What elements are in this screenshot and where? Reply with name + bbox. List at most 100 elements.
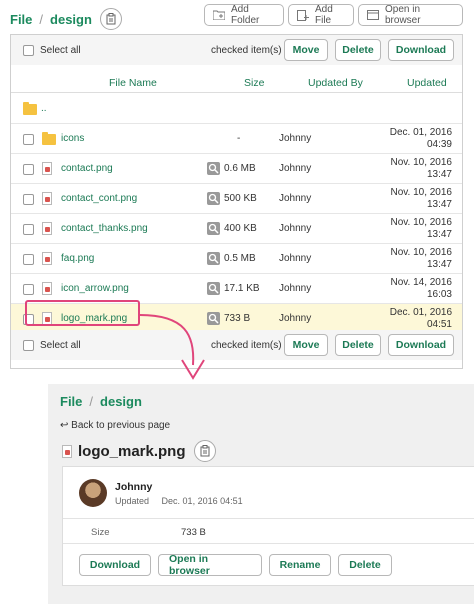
table-row[interactable]: contact_thanks.png 400 KB Johnny Nov. 10, 2… (11, 214, 462, 244)
detail-download-button[interactable]: Download (79, 554, 151, 576)
file-name-link[interactable]: faq.png (61, 253, 94, 264)
download-button[interactable]: Download (388, 334, 454, 356)
zoom-icon[interactable] (207, 252, 220, 265)
back-link[interactable]: ↩ Back to previous page (60, 420, 170, 431)
file-icon (42, 222, 52, 235)
select-all-bottom[interactable]: Select all (23, 340, 81, 351)
open-browser-label: Open in browser (385, 4, 421, 26)
updated-date-time: 13:47 (426, 259, 452, 270)
delete-button[interactable]: Delete (335, 39, 381, 61)
add-folder-button[interactable]: Add Folder (204, 4, 284, 26)
folder-icon (42, 132, 56, 145)
file-icon (42, 192, 52, 205)
file-detail-card: Johnny Updated Dec. 01, 2016 04:51 Size … (62, 466, 474, 586)
add-file-button[interactable]: Add File (288, 4, 354, 26)
updated-date: Nov. 14, 2016 16:03 (382, 277, 452, 301)
parent-folder-link[interactable]: .. (41, 103, 47, 114)
list-controls-top: Select all checked item(s) Move Delete D… (11, 35, 462, 65)
open-in-browser-button[interactable]: Open in browser (358, 4, 463, 26)
header-file-name[interactable]: File Name (109, 77, 157, 89)
updated-by: Johnny (279, 193, 312, 204)
updated-date-time: 16:03 (426, 289, 452, 300)
detail-size-row: Size 733 B (63, 518, 474, 544)
row-checkbox[interactable] (23, 224, 34, 235)
breadcrumb-current[interactable]: design (50, 12, 92, 27)
breadcrumb-separator: / (89, 394, 94, 409)
table-row[interactable]: faq.png 0.5 MB Johnny Nov. 10, 2016 13:47 (11, 244, 462, 274)
parent-folder-row[interactable]: .. (11, 94, 462, 124)
file-icon (42, 252, 52, 265)
updated-date-day: Dec. 01, 2016 (389, 127, 452, 138)
file-name-link[interactable]: contact_thanks.png (61, 223, 148, 234)
row-checkbox[interactable] (23, 164, 34, 175)
breadcrumb: File / design (10, 8, 122, 30)
checked-items-label: checked item(s) (211, 45, 282, 56)
move-button[interactable]: Move (284, 39, 328, 61)
table-row[interactable]: contact.png 0.6 MB Johnny Nov. 10, 2016 13:4… (11, 154, 462, 184)
zoom-icon[interactable] (207, 162, 220, 175)
zoom-icon[interactable] (207, 192, 220, 205)
updated-date-day: Nov. 10, 2016 (390, 247, 452, 258)
add-folder-label: Add Folder (231, 4, 260, 26)
detail-user-name: Johnny (115, 481, 153, 493)
updated-date-day: Nov. 10, 2016 (390, 187, 452, 198)
file-name-link[interactable]: contact_cont.png (61, 193, 137, 204)
move-button[interactable]: Move (284, 334, 328, 356)
list-controls-bottom: Select all checked item(s) Move Delete D… (11, 330, 462, 360)
clipboard-icon[interactable] (193, 440, 216, 462)
add-file-icon (297, 10, 309, 21)
detail-rename-button[interactable]: Rename (269, 554, 331, 576)
updated-by: Johnny (279, 253, 312, 264)
detail-file-name: logo_mark.png (78, 442, 186, 460)
header-updated-by[interactable]: Updated By (308, 77, 363, 89)
file-icon (62, 444, 72, 458)
breadcrumb-root[interactable]: File (10, 12, 32, 27)
row-checkbox[interactable] (23, 284, 34, 295)
header-size[interactable]: Size (244, 77, 264, 89)
curved-arrow-icon (139, 314, 205, 380)
select-all-checkbox[interactable] (23, 340, 34, 351)
file-name-link[interactable]: icon_arrow.png (61, 283, 129, 294)
avatar (79, 479, 107, 507)
clipboard-icon[interactable] (99, 8, 122, 30)
zoom-icon[interactable] (207, 282, 220, 295)
row-checkbox[interactable] (23, 254, 34, 265)
updated-by: Johnny (279, 223, 312, 234)
detail-open-browser-button[interactable]: Open in browser (158, 553, 262, 577)
zoom-icon[interactable] (207, 222, 220, 235)
updated-date-day: Nov. 10, 2016 (390, 217, 452, 228)
file-size: 0.5 MB (224, 253, 256, 264)
table-row[interactable]: contact_cont.png 500 KB Johnny Nov. 10, 201… (11, 184, 462, 214)
row-checkbox[interactable] (23, 134, 34, 145)
detail-delete-button[interactable]: Delete (338, 554, 392, 576)
updated-date: Nov. 10, 2016 13:47 (382, 157, 452, 181)
detail-breadcrumb: File / design (60, 394, 142, 409)
detail-size-label: Size (91, 527, 110, 538)
detail-breadcrumb-root[interactable]: File (60, 394, 82, 409)
detail-updated-label: Updated (115, 496, 150, 506)
updated-by: Johnny (279, 163, 312, 174)
updated-date-day: Dec. 01, 2016 (389, 307, 452, 318)
updated-date: Nov. 10, 2016 13:47 (382, 247, 452, 271)
file-size: 400 KB (224, 223, 257, 234)
file-name-link[interactable]: icons (61, 133, 84, 144)
detail-size-value: 733 B (181, 527, 206, 538)
updated-date-time: 13:47 (426, 169, 452, 180)
updated-date-day: Nov. 14, 2016 (390, 277, 452, 288)
updated-date: Dec. 01, 2016 04:51 (382, 307, 452, 331)
file-size: 17.1 KB (224, 283, 260, 294)
add-file-label: Add File (315, 4, 333, 26)
download-button[interactable]: Download (388, 39, 454, 61)
table-row[interactable]: icons - Johnny Dec. 01, 2016 04:39 (11, 124, 462, 154)
detail-breadcrumb-current[interactable]: design (100, 394, 142, 409)
file-detail-view: File / design ↩ Back to previous page lo… (48, 384, 474, 604)
select-all-top[interactable]: Select all (23, 45, 81, 56)
back-link-label: Back to previous page (71, 420, 171, 431)
breadcrumb-separator: / (39, 11, 44, 27)
delete-button[interactable]: Delete (335, 334, 381, 356)
file-name-link[interactable]: contact.png (61, 163, 113, 174)
file-size: 0.6 MB (224, 163, 256, 174)
header-updated[interactable]: Updated (407, 77, 447, 89)
row-checkbox[interactable] (23, 194, 34, 205)
select-all-checkbox[interactable] (23, 45, 34, 56)
